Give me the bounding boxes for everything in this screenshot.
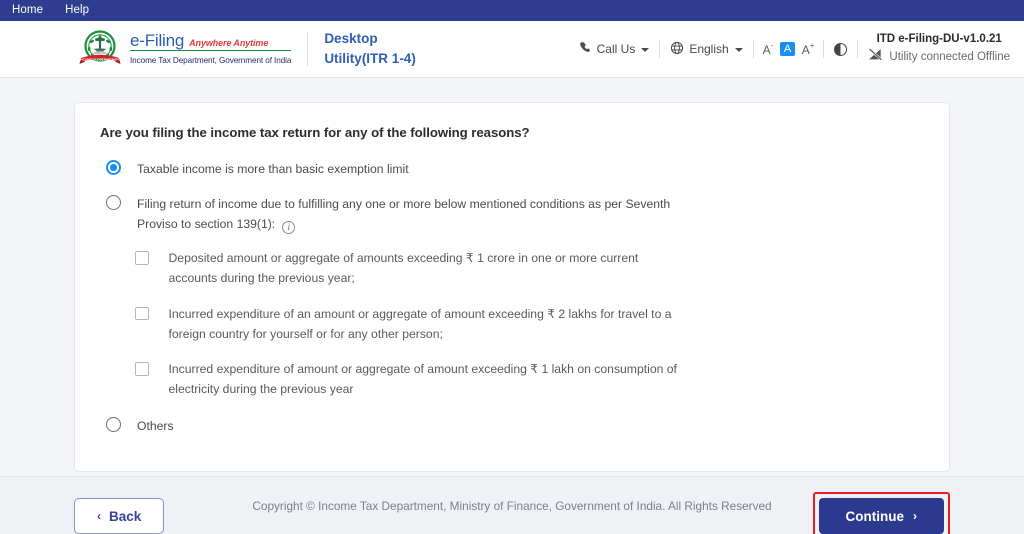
globe-icon <box>670 41 684 58</box>
brand-logo[interactable]: सत्यमेव जयते INCOME TAX DEPARTMENT e-Fil… <box>78 29 291 69</box>
site-header: सत्यमेव जयते INCOME TAX DEPARTMENT e-Fil… <box>0 21 1024 78</box>
radio-option-seventh-proviso[interactable]: Filing return of income due to fulfillin… <box>99 194 925 235</box>
action-bar: ‹ Back Continue › <box>74 492 950 534</box>
chevron-down-icon <box>734 48 743 52</box>
filing-reason-card: Are you filing the income tax return for… <box>74 102 950 473</box>
version-number: ITD e-Filing-DU-v1.0.21 <box>876 33 1002 46</box>
radio-option-taxable-income[interactable]: Taxable income is more than basic exempt… <box>99 159 925 179</box>
india-national-emblem-income-tax-icon: सत्यमेव जयते INCOME TAX DEPARTMENT <box>78 29 122 69</box>
radio-seventh-proviso[interactable] <box>106 195 121 211</box>
app-title: Desktop Utility(ITR 1-4) <box>324 29 416 68</box>
radio-label-seventh-proviso: Filing return of income due to fulfillin… <box>137 197 671 235</box>
app-title-line1: Desktop <box>324 31 378 47</box>
radio-taxable-income[interactable] <box>106 160 121 175</box>
radio-label-others: Others <box>137 418 174 433</box>
svg-text:INCOME TAX DEPARTMENT: INCOME TAX DEPARTMENT <box>79 58 120 62</box>
svg-text:सत्यमेव जयते: सत्यमेव जयते <box>94 51 107 55</box>
checkbox-row-foreign-travel-2-lakhs[interactable]: Incurred expenditure of an amount or agg… <box>135 305 925 345</box>
phone-icon <box>579 41 592 57</box>
checkbox-row-electricity-1-lakh[interactable]: Incurred expenditure of amount or aggreg… <box>135 360 925 400</box>
language-dropdown[interactable]: English <box>660 41 752 58</box>
brand-department: Income Tax Department, Government of Ind… <box>130 55 292 65</box>
checkbox-label-foreign-travel-2-lakhs: Incurred expenditure of an amount or agg… <box>168 306 672 341</box>
back-button-label: Back <box>109 508 142 524</box>
checkbox-deposit-1-crore[interactable] <box>135 251 149 265</box>
header-tools: Call Us English A- A A+ ITD e-Filing-DU-… <box>569 31 1010 66</box>
font-increase-icon[interactable]: A+ <box>802 41 815 56</box>
font-decrease-icon[interactable]: A- <box>763 41 774 56</box>
checkbox-label-deposit-1-crore: Deposited amount or aggregate of amounts… <box>168 251 639 286</box>
chevron-left-icon: ‹ <box>97 509 101 524</box>
signal-offline-icon <box>868 48 883 67</box>
main-content: Are you filing the income tax return for… <box>0 78 1024 534</box>
checkbox-row-deposit-1-crore[interactable]: Deposited amount or aggregate of amounts… <box>135 249 925 289</box>
call-us-label: Call Us <box>596 42 636 56</box>
continue-button[interactable]: Continue › <box>818 498 944 534</box>
contrast-toggle-icon <box>834 42 848 56</box>
chevron-right-icon: › <box>913 509 917 524</box>
radio-others[interactable] <box>106 416 121 432</box>
menu-item-help[interactable]: Help <box>65 4 89 17</box>
checkbox-label-electricity-1-lakh: Incurred expenditure of amount or aggreg… <box>168 362 677 397</box>
header-divider <box>307 32 309 66</box>
brand-tagline: Anywhere Anytime <box>189 37 269 48</box>
call-us-dropdown[interactable]: Call Us <box>569 41 660 57</box>
font-size-controls: A- A A+ <box>754 41 824 56</box>
checkbox-electricity-1-lakh[interactable] <box>135 362 149 376</box>
menu-item-home[interactable]: Home <box>12 4 43 17</box>
language-label: English <box>689 42 729 56</box>
radio-option-others[interactable]: Others <box>99 416 925 436</box>
font-normal-icon[interactable]: A <box>780 42 795 56</box>
connection-status: Utility connected Offline <box>868 48 1010 67</box>
info-icon[interactable]: i <box>282 221 296 235</box>
top-menu-bar: Home Help <box>0 0 1024 21</box>
page-title: Are you filing the income tax return for… <box>100 125 530 140</box>
version-info: ITD e-Filing-DU-v1.0.21 Utility connecte… <box>858 31 1010 66</box>
chevron-down-icon <box>641 48 650 52</box>
sub-conditions-list: Deposited amount or aggregate of amounts… <box>135 249 925 400</box>
checkbox-foreign-travel-2-lakhs[interactable] <box>135 306 149 321</box>
brand-name: e-Filing <box>130 30 185 50</box>
connection-status-label: Utility connected Offline <box>889 51 1010 63</box>
continue-button-highlight: Continue › <box>812 492 950 534</box>
app-title-line2: Utility(ITR 1-4) <box>324 51 416 66</box>
back-button[interactable]: ‹ Back <box>74 498 165 534</box>
continue-button-label: Continue <box>845 508 905 524</box>
brand-text-block: e-Filing Anywhere Anytime Income Tax Dep… <box>130 32 291 67</box>
contrast-toggle[interactable] <box>824 42 857 56</box>
radio-label-taxable-income: Taxable income is more than basic exempt… <box>137 162 409 176</box>
